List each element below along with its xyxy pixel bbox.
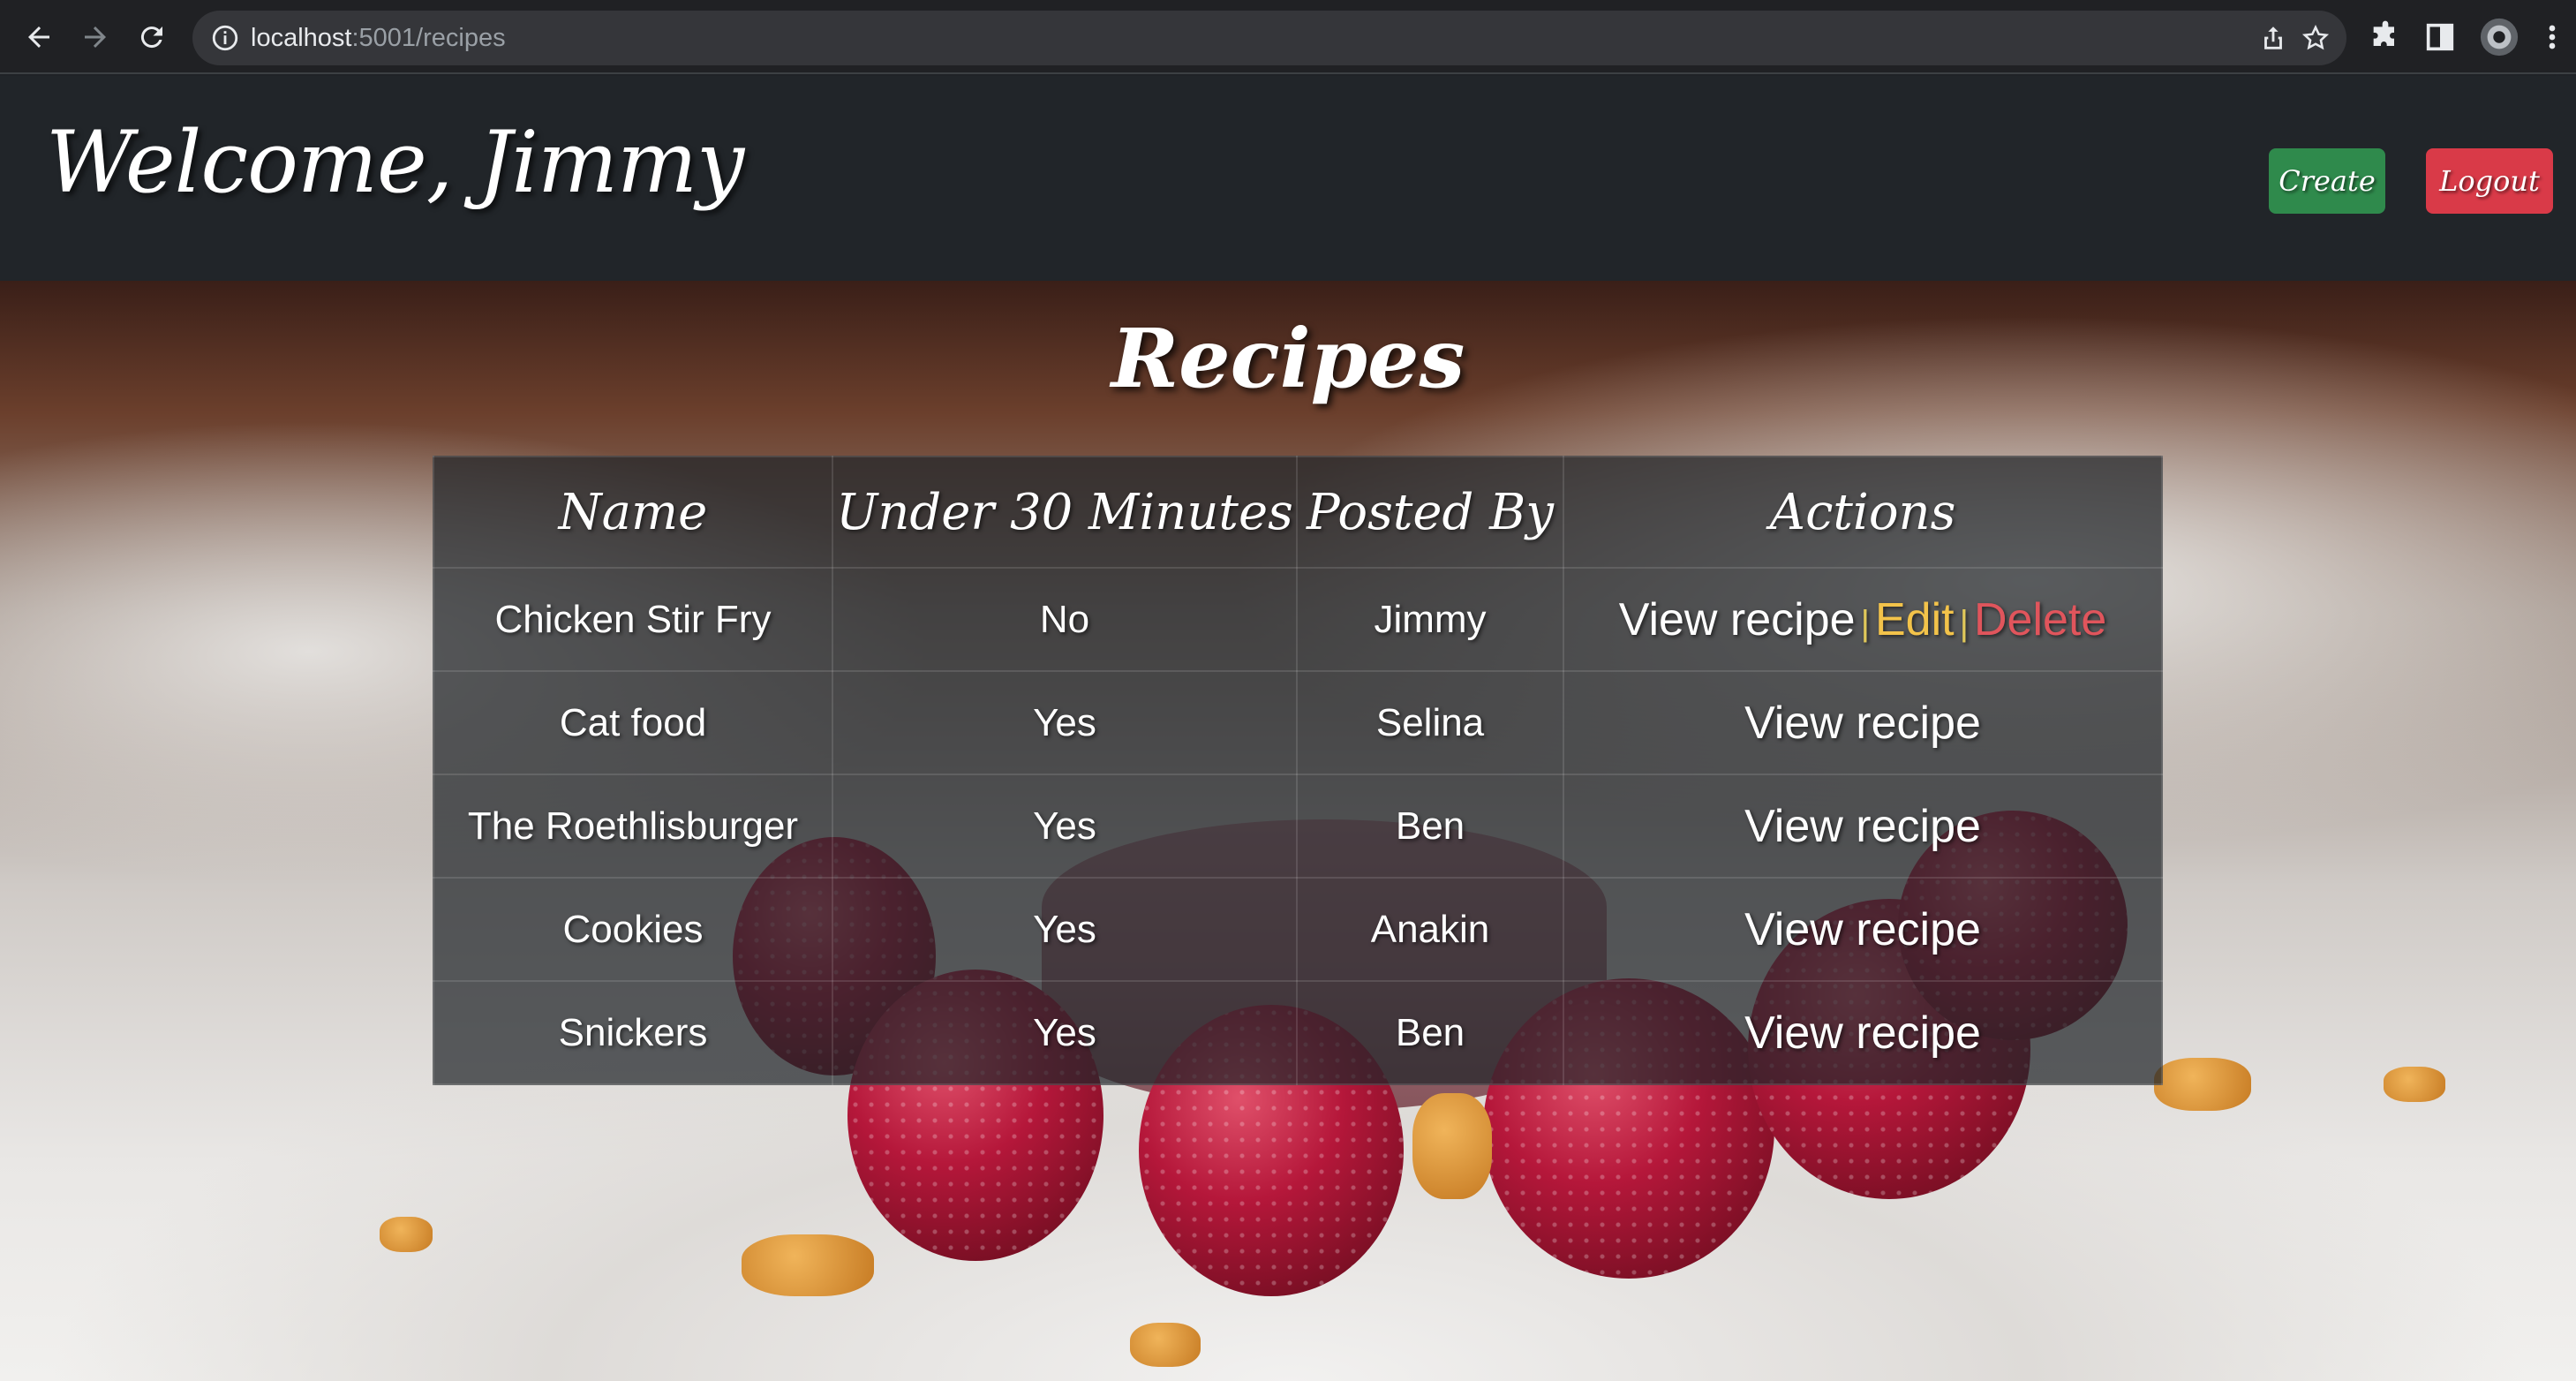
view-recipe-link[interactable]: View recipe (1744, 904, 1981, 955)
reload-icon[interactable] (131, 16, 173, 58)
recipes-table: Name Under 30 Minutes Posted By Actions … (433, 456, 2163, 1085)
star-icon[interactable] (2301, 23, 2331, 53)
recipe-under-30: Yes (832, 980, 1298, 1085)
view-recipe-link[interactable]: View recipe (1744, 801, 1981, 852)
recipe-posted-by: Jimmy (1296, 567, 1564, 672)
recipe-posted-by: Ben (1296, 980, 1564, 1085)
recipe-under-30: Yes (832, 877, 1298, 982)
recipe-name: Chicken Stir Fry (433, 567, 833, 672)
recipe-under-30: Yes (832, 774, 1298, 879)
app-navbar: Welcome, Jimmy Create Logout (0, 76, 2576, 281)
column-header-actions: Actions (1563, 456, 2163, 569)
address-bar[interactable]: localhost:5001/recipes (192, 11, 2346, 65)
view-recipe-link[interactable]: View recipe (1744, 1007, 1981, 1059)
menu-icon[interactable] (2539, 19, 2565, 55)
recipe-posted-by: Selina (1296, 670, 1564, 775)
table-row: Chicken Stir Fry No Jimmy View recipe | Ed… (433, 567, 2163, 672)
column-header-name: Name (433, 456, 833, 569)
view-recipe-link[interactable]: View recipe (1619, 594, 1856, 645)
action-separator: | (1860, 603, 1870, 643)
recipe-name: Cookies (433, 877, 833, 982)
recipe-actions: View recipe | Edit | Delete (1563, 567, 2163, 672)
view-recipe-link[interactable]: View recipe (1744, 698, 1981, 749)
crumble (742, 1234, 874, 1296)
crumble (2154, 1058, 2251, 1111)
recipe-actions: View recipe (1563, 877, 2163, 982)
table-header-row: Name Under 30 Minutes Posted By Actions (433, 456, 2163, 569)
browser-toolbar: localhost:5001/recipes (0, 0, 2576, 74)
crumble (2384, 1067, 2445, 1102)
crumble (1412, 1093, 1492, 1199)
share-icon[interactable] (2258, 23, 2288, 53)
crumble (1130, 1323, 1201, 1367)
side-panel-icon[interactable] (2422, 19, 2458, 55)
recipe-name: Snickers (433, 980, 833, 1085)
recipe-under-30: Yes (832, 670, 1298, 775)
table-row: The Roethlisburger Yes Ben View recipe (433, 774, 2163, 879)
profile-avatar[interactable] (2479, 17, 2520, 57)
table-row: Snickers Yes Ben View recipe (433, 980, 2163, 1085)
recipe-actions: View recipe (1563, 774, 2163, 879)
recipe-posted-by: Ben (1296, 774, 1564, 879)
recipe-under-30: No (832, 567, 1298, 672)
create-button[interactable]: Create (2269, 148, 2385, 214)
recipe-name: Cat food (433, 670, 833, 775)
column-header-posted-by: Posted By (1296, 456, 1564, 569)
action-separator: | (1959, 603, 1969, 643)
recipe-name: The Roethlisburger (433, 774, 833, 879)
forward-icon[interactable] (74, 16, 117, 58)
recipe-actions: View recipe (1563, 670, 2163, 775)
logout-button[interactable]: Logout (2426, 148, 2553, 214)
info-icon[interactable] (210, 23, 240, 53)
delete-recipe-link[interactable]: Delete (1974, 594, 2106, 645)
edit-recipe-link[interactable]: Edit (1875, 594, 1955, 645)
crumble (380, 1217, 433, 1252)
recipe-actions: View recipe (1563, 980, 2163, 1085)
url-text[interactable]: localhost:5001/recipes (251, 24, 506, 53)
page-title: Recipes (1111, 311, 1465, 406)
recipe-posted-by: Anakin (1296, 877, 1564, 982)
table-row: Cookies Yes Anakin View recipe (433, 877, 2163, 982)
table-row: Cat food Yes Selina View recipe (433, 670, 2163, 775)
column-header-under-30-minutes: Under 30 Minutes (832, 456, 1298, 569)
extensions-icon[interactable] (2368, 19, 2403, 55)
welcome-heading: Welcome, Jimmy (46, 113, 744, 212)
back-icon[interactable] (18, 16, 60, 58)
